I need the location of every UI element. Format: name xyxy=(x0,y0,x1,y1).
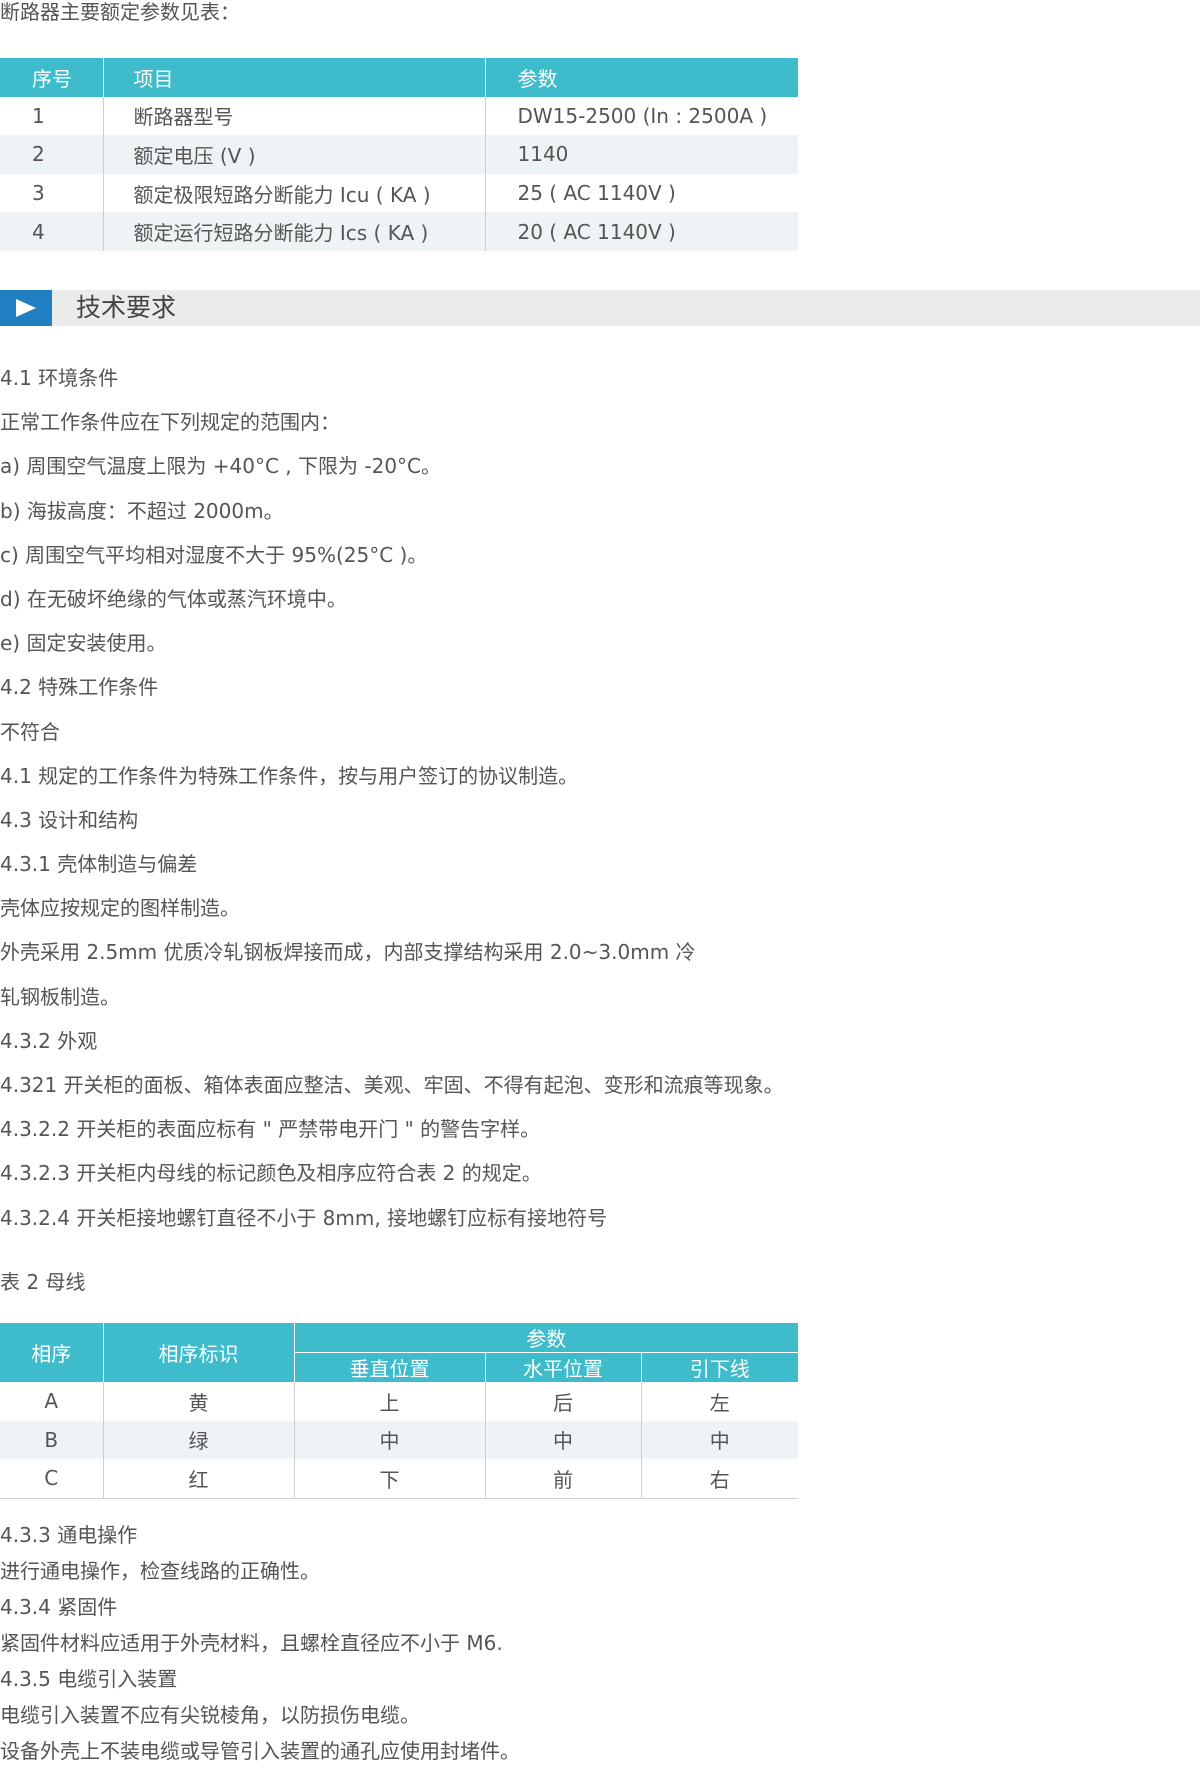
paragraph-line: 4.3.2.4 开关柜接地螺钉直径不小于 8mm, 接地螺钉应标有接地符号 xyxy=(0,1205,608,1230)
table-caption: 表 2 母线 xyxy=(0,1270,86,1294)
table-row: 2 额定电压 (V ) 1140 xyxy=(0,135,798,174)
header-params: 参数 xyxy=(526,1327,567,1351)
paragraph-line: 4.3.2 外观 xyxy=(0,1028,98,1053)
paragraph-line: 4.3.1 壳体制造与偏差 xyxy=(0,852,198,877)
paragraph-line: 紧固件材料应适用于外壳材料，且螺栓直径应不小于 M6. xyxy=(0,1631,503,1655)
requirements-text: 4.1 环境条件 正常工作条件应在下列规定的范围内： a) 周围空气温度上限为 … xyxy=(0,356,784,1240)
table-header-row: 相序 相序标识 参数 xyxy=(0,1323,798,1382)
cell-mark: 黄 xyxy=(103,1382,295,1421)
paragraph-line: 4.3.3 通电操作 xyxy=(0,1523,138,1547)
cell-vertical: 下 xyxy=(294,1459,486,1499)
paragraph-line: 4.3.2.3 开关柜内母线的标记颜色及相序应符合表 2 的规定。 xyxy=(0,1161,542,1186)
paragraph-line: 设备外壳上不装电缆或导管引入装置的通孔应使用封堵件。 xyxy=(0,1739,520,1763)
header-vertical-position: 垂直位置 xyxy=(294,1352,486,1382)
paragraph-line: 4.3 设计和结构 xyxy=(0,807,139,832)
cell-index: 3 xyxy=(0,173,104,213)
cell-param: 20 ( AC 1140V ) xyxy=(517,219,676,244)
cell-mark: 红 xyxy=(103,1459,295,1499)
cell-vertical: 上 xyxy=(294,1382,486,1421)
cell-phase: B xyxy=(0,1420,104,1460)
cell-item: 额定电压 (V ) xyxy=(103,135,486,174)
paragraph-line: 进行通电操作，检查线路的正确性。 xyxy=(0,1559,320,1583)
paragraph-line: 外壳采用 2.5mm 优质冷轧钢板焊接而成，内部支撑结构采用 2.0~3.0mm… xyxy=(0,940,696,965)
cell-horizontal: 中 xyxy=(485,1420,642,1460)
rated-parameters-table: 序号 项目 参数 1 断路器型号 DW15-2500 (In : 2500A )… xyxy=(0,58,798,251)
paragraph-line: 4.1 规定的工作条件为特殊工作条件，按与用户签订的协议制造。 xyxy=(0,763,579,788)
cell-item: 断路器型号 xyxy=(103,96,486,136)
operation-text: 4.3.3 通电操作 进行通电操作，检查线路的正确性。 4.3.4 紧固件 紧固… xyxy=(0,1517,520,1769)
paragraph-line: 4.2 特殊工作条件 xyxy=(0,675,159,700)
header-param: 参数 xyxy=(517,66,558,91)
cell-index: 4 xyxy=(0,212,104,251)
cell-index: 1 xyxy=(0,96,104,136)
header-phase-mark: 相序标识 xyxy=(103,1323,295,1382)
table-header-row: 序号 项目 参数 xyxy=(0,58,798,97)
cell-mark: 绿 xyxy=(103,1420,295,1460)
play-triangle-icon xyxy=(16,299,36,317)
table-row: 4 额定运行短路分断能力 Ics ( KA ) 20 ( AC 1140V ) xyxy=(0,212,798,251)
table-row: C 红 下 前 右 xyxy=(0,1459,798,1499)
cell-horizontal: 后 xyxy=(485,1382,642,1421)
cell-phase: C xyxy=(0,1459,104,1499)
header-phase: 相序 xyxy=(0,1323,104,1382)
cell-item: 额定极限短路分断能力 Icu ( KA ) xyxy=(103,173,486,213)
paragraph-line: b) 海拔高度：不超过 2000m。 xyxy=(0,498,284,523)
paragraph-line: 4.3.4 紧固件 xyxy=(0,1595,118,1619)
paragraph-line: c) 周围空气平均相对湿度不大于 95%(25°C )。 xyxy=(0,542,428,567)
table-row: B 绿 中 中 中 xyxy=(0,1420,798,1460)
cell-param: 1140 xyxy=(517,142,569,167)
paragraph-line: 4.1 环境条件 xyxy=(0,366,119,390)
cell-down-lead: 右 xyxy=(641,1459,798,1499)
header-item: 项目 xyxy=(103,58,486,97)
paragraph-line: 4.321 开关柜的面板、箱体表面应整洁、美观、牢固、不得有起泡、变形和流痕等现… xyxy=(0,1073,784,1097)
cell-down-lead: 左 xyxy=(709,1390,730,1415)
paragraph-line: 不符合 xyxy=(0,719,60,744)
header-horizontal-position: 水平位置 xyxy=(485,1352,642,1382)
table-row: A 黄 上 后 左 xyxy=(0,1382,798,1421)
header-index: 序号 xyxy=(0,58,104,97)
busbar-table: 相序 相序标识 参数 垂直位置 水平位置 引下线 A 黄 上 后 左 B 绿 中… xyxy=(0,1323,798,1499)
paragraph-line: a) 周围空气温度上限为 +40°C , 下限为 -20°C。 xyxy=(0,454,442,479)
cell-horizontal: 前 xyxy=(485,1459,642,1499)
paragraph-line: 轧钢板制造。 xyxy=(0,984,120,1009)
cell-param: 25 ( AC 1140V ) xyxy=(517,181,676,206)
intro-text: 断路器主要额定参数见表： xyxy=(0,0,240,24)
table-row: 3 额定极限短路分断能力 Icu ( KA ) 25 ( AC 1140V ) xyxy=(0,173,798,213)
paragraph-line: 壳体应按规定的图样制造。 xyxy=(0,896,240,921)
cell-param: DW15-2500 (In : 2500A ) xyxy=(517,103,768,128)
header-down-lead: 引下线 xyxy=(641,1352,798,1382)
table-row: 1 断路器型号 DW15-2500 (In : 2500A ) xyxy=(0,96,798,136)
cell-phase: A xyxy=(0,1382,104,1421)
paragraph-line: 正常工作条件应在下列规定的范围内： xyxy=(0,410,340,435)
paragraph-line: e) 固定安装使用。 xyxy=(0,631,167,656)
section-title: 技术要求 xyxy=(76,293,177,322)
section-header: 技术要求 xyxy=(0,290,1200,326)
cell-vertical: 中 xyxy=(294,1420,486,1460)
section-accent xyxy=(0,290,52,326)
cell-down-lead: 中 xyxy=(709,1429,730,1454)
cell-item: 额定运行短路分断能力 Ics ( KA ) xyxy=(103,212,486,251)
paragraph-line: 4.3.5 电缆引入装置 xyxy=(0,1667,178,1691)
paragraph-line: 电缆引入装置不应有尖锐棱角，以防损伤电缆。 xyxy=(0,1703,420,1727)
paragraph-line: 4.3.2.2 开关柜的表面应标有 " 严禁带电开门 " 的警告字样。 xyxy=(0,1117,541,1142)
cell-index: 2 xyxy=(0,135,104,174)
paragraph-line: d) 在无破坏绝缘的气体或蒸汽环境中。 xyxy=(0,586,347,611)
